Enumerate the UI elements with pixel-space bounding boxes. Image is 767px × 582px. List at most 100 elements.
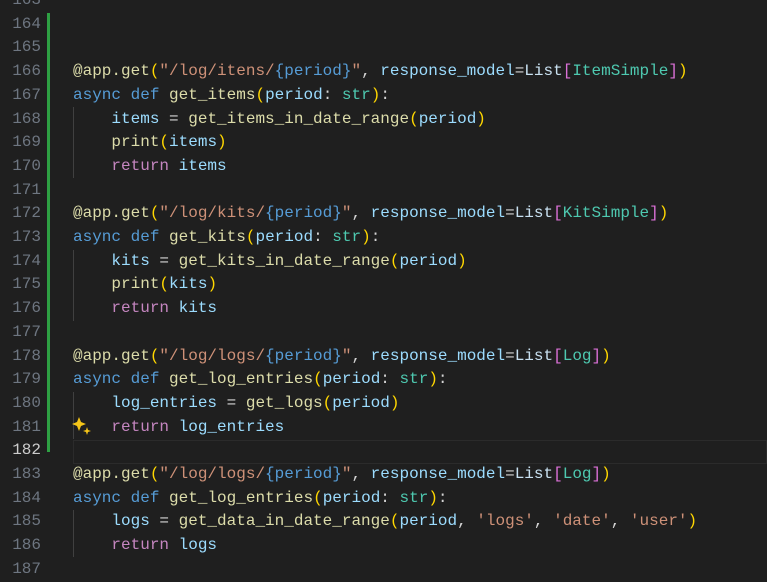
code-line[interactable]: 164 bbox=[0, 13, 767, 37]
code-token: "/log/kits/ bbox=[159, 204, 266, 223]
code-token: {period} bbox=[265, 204, 342, 223]
code-line[interactable]: 173 async def get_kits(period: str): bbox=[0, 226, 767, 250]
code-token: ( bbox=[322, 393, 333, 412]
code-token: ] bbox=[668, 62, 678, 81]
code-token: def bbox=[130, 85, 160, 104]
code-token: ( bbox=[159, 133, 170, 152]
code-line[interactable]: 185 logs = get_data_in_date_range(period… bbox=[0, 510, 767, 534]
code-line[interactable]: 166 @app.get("/log/itens/{period}", respo… bbox=[0, 60, 767, 84]
code-token: ) bbox=[428, 370, 438, 389]
code-text[interactable]: @app.get("/log/logs/{period}", response_… bbox=[73, 345, 611, 369]
code-token: Log bbox=[562, 465, 592, 483]
code-token: get_logs bbox=[245, 393, 323, 412]
code-line[interactable]: 172 @app.get("/log/kits/{period}", respon… bbox=[0, 202, 767, 226]
code-token: : bbox=[380, 370, 400, 389]
code-text[interactable]: return log_entries bbox=[73, 416, 284, 440]
code-token: ( bbox=[149, 62, 160, 81]
code-line[interactable]: 182 bbox=[0, 439, 767, 463]
code-token: period bbox=[399, 512, 458, 531]
code-token: , bbox=[361, 62, 381, 81]
code-token: period bbox=[418, 109, 477, 128]
code-token: " bbox=[351, 62, 362, 81]
code-line[interactable]: 176 return kits bbox=[0, 297, 767, 321]
line-number: 184 bbox=[12, 488, 41, 507]
code-token: ( bbox=[159, 275, 170, 294]
code-token: ) bbox=[601, 346, 611, 365]
code-token: get_kits_in_date_range bbox=[178, 251, 390, 270]
code-line[interactable]: 174 kits = get_kits_in_date_range(period… bbox=[0, 250, 767, 274]
code-line[interactable]: 177 bbox=[0, 321, 767, 345]
line-number: 171 bbox=[12, 180, 41, 199]
code-token: = bbox=[505, 204, 515, 223]
code-text[interactable]: return items bbox=[73, 155, 226, 179]
code-text[interactable]: async def get_kits(period: str): bbox=[73, 226, 380, 250]
code-line[interactable]: 183 @app.get("/log/logs/{period}", respon… bbox=[0, 463, 767, 487]
line-number: 175 bbox=[12, 275, 41, 294]
code-line[interactable]: 184 async def get_log_entries(period: str… bbox=[0, 487, 767, 511]
code-line[interactable]: 181 return log_entries bbox=[0, 416, 767, 440]
code-line[interactable]: 187 bbox=[0, 558, 767, 582]
code-text[interactable]: async def get_log_entries(period: str): bbox=[73, 487, 448, 511]
code-token: def bbox=[130, 228, 160, 246]
code-line[interactable]: 169 print(items) bbox=[0, 131, 767, 155]
code-token: [ bbox=[562, 62, 573, 81]
code-text[interactable]: return logs bbox=[73, 534, 217, 558]
code-line[interactable]: 175 print(kits) bbox=[0, 273, 767, 297]
code-token: def bbox=[130, 488, 160, 507]
code-token: : bbox=[313, 228, 333, 246]
sparkle-icon[interactable] bbox=[72, 416, 94, 436]
code-line[interactable]: 180 log_entries = get_logs(period) bbox=[0, 392, 767, 416]
code-token: ) bbox=[428, 488, 438, 507]
code-line[interactable]: 168 items = get_items_in_date_range(peri… bbox=[0, 108, 767, 132]
code-token: : bbox=[380, 488, 400, 507]
code-line[interactable]: 178 @app.get("/log/logs/{period}", respon… bbox=[0, 345, 767, 369]
code-line[interactable]: 167 async def get_items(period: str): bbox=[0, 84, 767, 108]
code-line[interactable]: 170 return items bbox=[0, 155, 767, 179]
code-token: async bbox=[73, 370, 122, 389]
code-token: logs bbox=[178, 536, 218, 555]
code-token: items bbox=[111, 109, 160, 128]
line-number: 170 bbox=[12, 156, 41, 175]
code-token: @app.get bbox=[73, 204, 150, 223]
code-token: kits bbox=[178, 299, 218, 318]
code-editor[interactable]: 163 164 165 166 @app.get("/log/itens/{period… bbox=[0, 0, 767, 580]
code-text[interactable]: kits = get_kits_in_date_range(period) bbox=[73, 250, 466, 274]
line-number: 165 bbox=[12, 38, 41, 57]
code-token: , bbox=[610, 512, 630, 531]
code-token: : bbox=[437, 488, 448, 507]
code-text[interactable]: @app.get("/log/itens/{period}", response… bbox=[73, 60, 688, 84]
code-token: ( bbox=[255, 85, 266, 104]
code-token: List bbox=[524, 62, 563, 81]
line-number: 163 bbox=[12, 0, 41, 9]
code-token: get_items_in_date_range bbox=[188, 109, 410, 128]
code-line[interactable]: 163 bbox=[0, 0, 767, 13]
code-token: period bbox=[332, 393, 390, 412]
code-line[interactable]: 179 async def get_log_entries(period: str… bbox=[0, 368, 767, 392]
code-text[interactable]: @app.get("/log/logs/{period}", response_… bbox=[73, 463, 611, 487]
code-text[interactable]: print(kits) bbox=[73, 273, 217, 297]
code-text[interactable]: items = get_items_in_date_range(period) bbox=[73, 108, 486, 132]
line-number: 166 bbox=[12, 62, 41, 81]
code-text[interactable]: return kits bbox=[73, 297, 217, 321]
code-text[interactable]: async def get_log_entries(period: str): bbox=[73, 368, 448, 392]
code-token: : bbox=[437, 370, 448, 389]
code-text[interactable]: log_entries = get_logs(period) bbox=[73, 392, 399, 416]
line-number: 164 bbox=[12, 14, 41, 33]
code-line[interactable]: 165 bbox=[0, 36, 767, 60]
code-line[interactable]: 186 return logs bbox=[0, 534, 767, 558]
code-token: [ bbox=[553, 204, 563, 223]
code-text[interactable]: @app.get("/log/kits/{period}", response_… bbox=[73, 202, 668, 226]
code-text[interactable]: print(items) bbox=[73, 131, 226, 155]
code-text[interactable]: async def get_items(period: str): bbox=[73, 84, 390, 108]
code-line[interactable]: 171 bbox=[0, 179, 767, 203]
code-text[interactable]: logs = get_data_in_date_range(period, 'l… bbox=[73, 510, 697, 534]
